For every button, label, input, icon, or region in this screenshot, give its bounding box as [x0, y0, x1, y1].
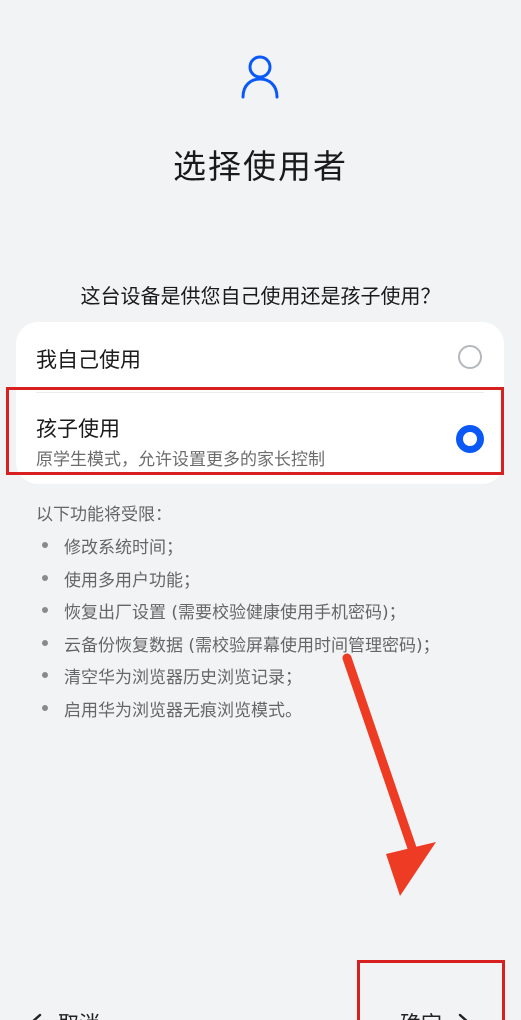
- option-self-use[interactable]: 我自己使用: [16, 322, 504, 392]
- restrictions-title: 以下功能将受限：: [36, 505, 172, 525]
- restriction-item: 修改系统时间；: [36, 533, 440, 566]
- cancel-button[interactable]: 取消: [28, 1008, 100, 1020]
- child-option-annotation-box: [6, 387, 504, 475]
- restriction-item: 恢复出厂设置 (需要校验健康使用手机密码)；: [36, 598, 440, 631]
- user-icon: [241, 55, 279, 99]
- page-title: 选择使用者: [173, 147, 348, 186]
- chevron-left-icon: [32, 1013, 42, 1020]
- option-self-label: 我自己使用: [36, 348, 141, 372]
- choose-user-screen: 选择使用者 这台设备是供您自己使用还是孩子使用？ 我自己使用 孩子使用 原学生模…: [0, 0, 521, 1020]
- bottom-action-bar: 取消 确定: [0, 990, 521, 1020]
- question-text: 这台设备是供您自己使用还是孩子使用？: [80, 284, 441, 308]
- chevron-right-icon: [458, 1013, 468, 1020]
- confirm-button[interactable]: 确定: [400, 1008, 472, 1020]
- restriction-item: 使用多用户功能；: [36, 566, 440, 599]
- confirm-label: 确定: [400, 1008, 442, 1020]
- annotation-arrow-icon: [342, 653, 436, 896]
- cancel-label: 取消: [58, 1008, 100, 1020]
- radio-self-unselected[interactable]: [458, 345, 482, 369]
